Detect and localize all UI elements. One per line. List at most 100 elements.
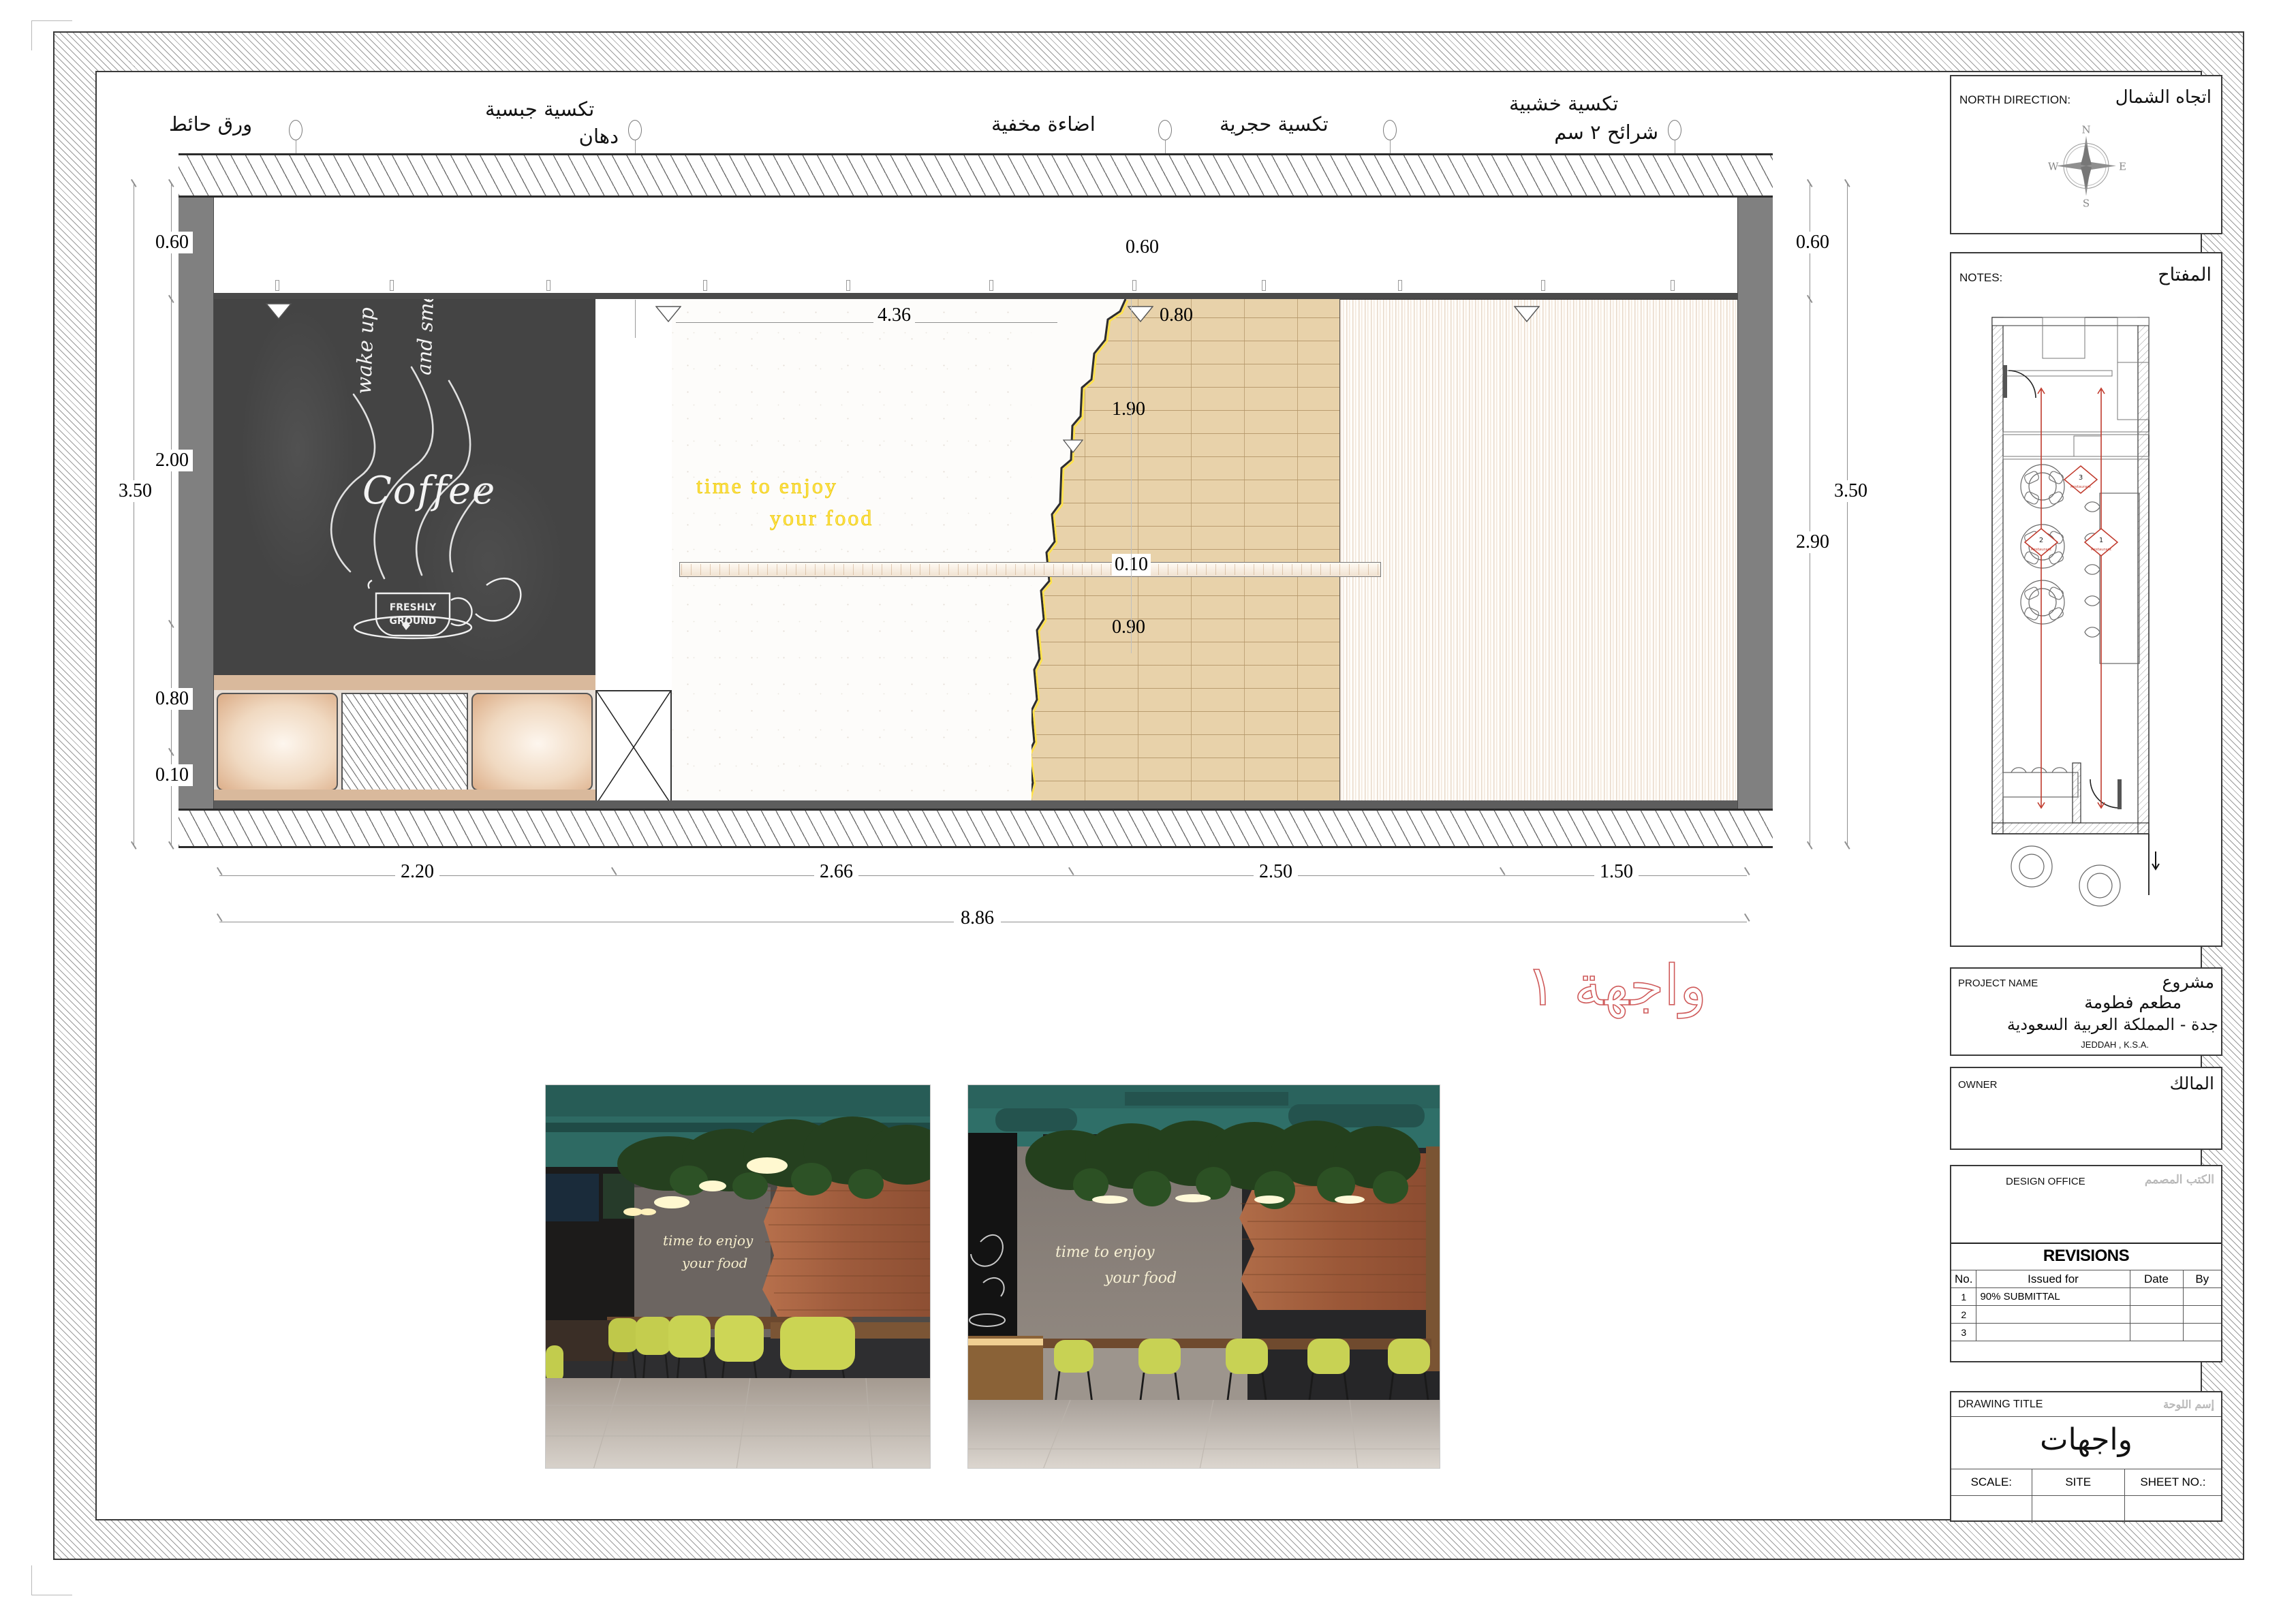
compass-rose-icon: N S W E [2043, 123, 2130, 213]
design-office-label-ar: الكتب المصمم [2144, 1173, 2215, 1187]
revision-issued-2 [1976, 1305, 2130, 1324]
revision-issued-3 [1976, 1323, 2130, 1341]
svg-text:3: 3 [2079, 474, 2083, 482]
cabinet-panel-2 [471, 693, 593, 791]
project-name-ar: مطعم فطومة [2084, 993, 2182, 1012]
right-wall-section [1737, 198, 1773, 809]
dim-bottom-250: 2.50 [1254, 861, 1298, 883]
revision-date-3 [2129, 1323, 2184, 1341]
table-row: 1 90% SUBMITTAL [1951, 1287, 2221, 1306]
dim-436: 4.36 [873, 304, 915, 326]
revision-no-1: 1 [1951, 1287, 1977, 1306]
cabinet-panel-1 [217, 693, 338, 791]
revision-date-1 [2129, 1287, 2184, 1306]
dim-right-060: 0.60 [1792, 232, 1833, 253]
site-value[interactable] [2032, 1496, 2125, 1523]
project-name-label-ar: مشروع [2162, 972, 2214, 992]
plaster-wall [672, 299, 1078, 805]
callout-label-wood-2: شرائح ٢ سم [1554, 121, 1658, 144]
door-x-panel [595, 690, 672, 805]
dim-190: 1.90 [1112, 399, 1145, 420]
revision-date-2 [2129, 1305, 2184, 1324]
neon-line-1: time to enjoy [696, 473, 838, 499]
drawing-title-value: واجهات [2040, 1422, 2132, 1457]
drawing-title-panel: DRAWING TITLE إسم اللوحة واجهات SCALE: S… [1950, 1391, 2222, 1523]
base-shadow-line [214, 800, 1737, 809]
svg-text:W: W [2048, 161, 2059, 173]
north-direction-label-ar: اتجاه الشمال [2115, 87, 2212, 108]
owner-label-en: OWNER [1958, 1079, 1998, 1091]
table-row: 2 [1951, 1305, 2221, 1324]
callout-label-wood-1: تكسية خشبية [1509, 92, 1619, 115]
svg-text:N: N [2081, 124, 2090, 136]
level-marker-slat [1513, 306, 1540, 326]
dim-left-060: 0.60 [151, 232, 193, 253]
dim-right-290: 2.90 [1792, 531, 1833, 553]
svg-text:your food: your food [1104, 1270, 1177, 1287]
project-location-en: JEDDAH , K.S.A. [2081, 1040, 2149, 1050]
svg-text:1: 1 [2099, 537, 2103, 544]
project-name-panel: PROJECT NAME مشروع مطعم فطومة جدة - المم… [1950, 967, 2222, 1056]
svg-text:time to enjoy: time to enjoy [663, 1232, 754, 1249]
design-office-label-en: DESIGN OFFICE [2006, 1176, 2085, 1187]
north-direction-label-en: NORTH DIRECTION: [1959, 93, 2071, 106]
brick-wall [1031, 299, 1339, 805]
callout-bubble-stone [1383, 120, 1397, 140]
project-location-ar: جدة - المملكة العربية السعودية [2006, 1015, 2218, 1034]
svg-text:Restaurant: Restaurant [2070, 485, 2092, 489]
owner-label-ar: المالك [2169, 1074, 2214, 1093]
dim-left-200: 2.00 [151, 450, 193, 471]
site-label: SITE [2065, 1475, 2092, 1488]
revision-issued-1: 90% SUBMITTAL [1976, 1287, 2130, 1306]
level-marker-chalk [265, 303, 292, 323]
callout-bubble-gypsum [628, 120, 642, 140]
dimline-vertical-brick [1131, 299, 1132, 653]
north-direction-panel: NORTH DIRECTION: اتجاه الشمال N S W E [1950, 75, 2222, 234]
drawing-title-label-ar: إسم اللوحة [2163, 1398, 2214, 1411]
dim-left-010: 0.10 [151, 764, 193, 786]
callout-label-wallpaper: ورق حائط [169, 112, 253, 136]
sheet-no-value[interactable] [2125, 1496, 2221, 1523]
render-image-right: time to enjoy your food [967, 1084, 1440, 1469]
ceiling-shadow-line [214, 293, 1737, 299]
dim-left-080: 0.80 [151, 688, 193, 710]
svg-text:Restaurant: Restaurant [2091, 548, 2112, 552]
svg-text:2: 2 [2039, 537, 2043, 544]
svg-text:S: S [2083, 198, 2090, 210]
callout-label-gypsum-1: تكسية جبسية [485, 97, 595, 121]
callout-label-hidden-light: اضاءة مخفية [991, 112, 1096, 136]
revision-by-3 [2182, 1323, 2221, 1341]
callout-bubble-hidden-light [1158, 120, 1172, 140]
svg-text:E: E [2119, 161, 2126, 173]
floor-section-hatch [179, 809, 1773, 848]
key-plan-drawing: 1 2 3 Restaurant Restaurant Restaurant [1966, 302, 2209, 916]
project-name-label-en: PROJECT NAME [1958, 978, 2038, 989]
sheet-no-label: SHEET NO.: [2140, 1475, 2206, 1488]
counter-top-band [214, 675, 595, 690]
dim-080: 0.80 [1160, 304, 1193, 326]
revision-by-2 [2182, 1305, 2221, 1324]
svg-text:wake up: wake up [352, 307, 379, 395]
scale-value[interactable] [1951, 1496, 2032, 1523]
owner-panel: OWNER المالك [1950, 1067, 2222, 1150]
dim-left-350: 3.50 [114, 480, 156, 502]
facade-title: واجهة ١ [1525, 953, 1707, 1019]
svg-text:GROUND: GROUND [390, 616, 437, 627]
dimline-436 [676, 322, 1057, 323]
base-cabinet-row [214, 690, 595, 791]
revisions-header-date: Date [2129, 1270, 2184, 1288]
elevation-drawing: wake up and smell the Coffee FRESHLY GRO… [179, 153, 1773, 848]
callout-bubble-wallpaper [289, 120, 302, 140]
design-office-revisions-panel: DESIGN OFFICE الكتب المصمم REVISIONS No.… [1950, 1165, 2222, 1362]
ceiling-section-hatch [179, 153, 1773, 198]
scale-label: SCALE: [1970, 1475, 2013, 1488]
dim-bottom-total: 8.86 [954, 907, 1001, 929]
neon-line-2: your food [770, 505, 874, 531]
drawing-sheet: ورق حائط تكسية جبسية دهان اضاءة مخفية تك… [0, 0, 2296, 1624]
revisions-header-no: No. [1951, 1270, 1977, 1288]
svg-text:Restaurant: Restaurant [2031, 548, 2052, 552]
dim-bottom-266: 2.66 [814, 861, 858, 883]
drawing-title-label-en: DRAWING TITLE [1958, 1399, 2043, 1410]
svg-text:time to enjoy: time to enjoy [1055, 1244, 1155, 1261]
revisions-header-row: No. Issued for Date By [1951, 1270, 2221, 1288]
